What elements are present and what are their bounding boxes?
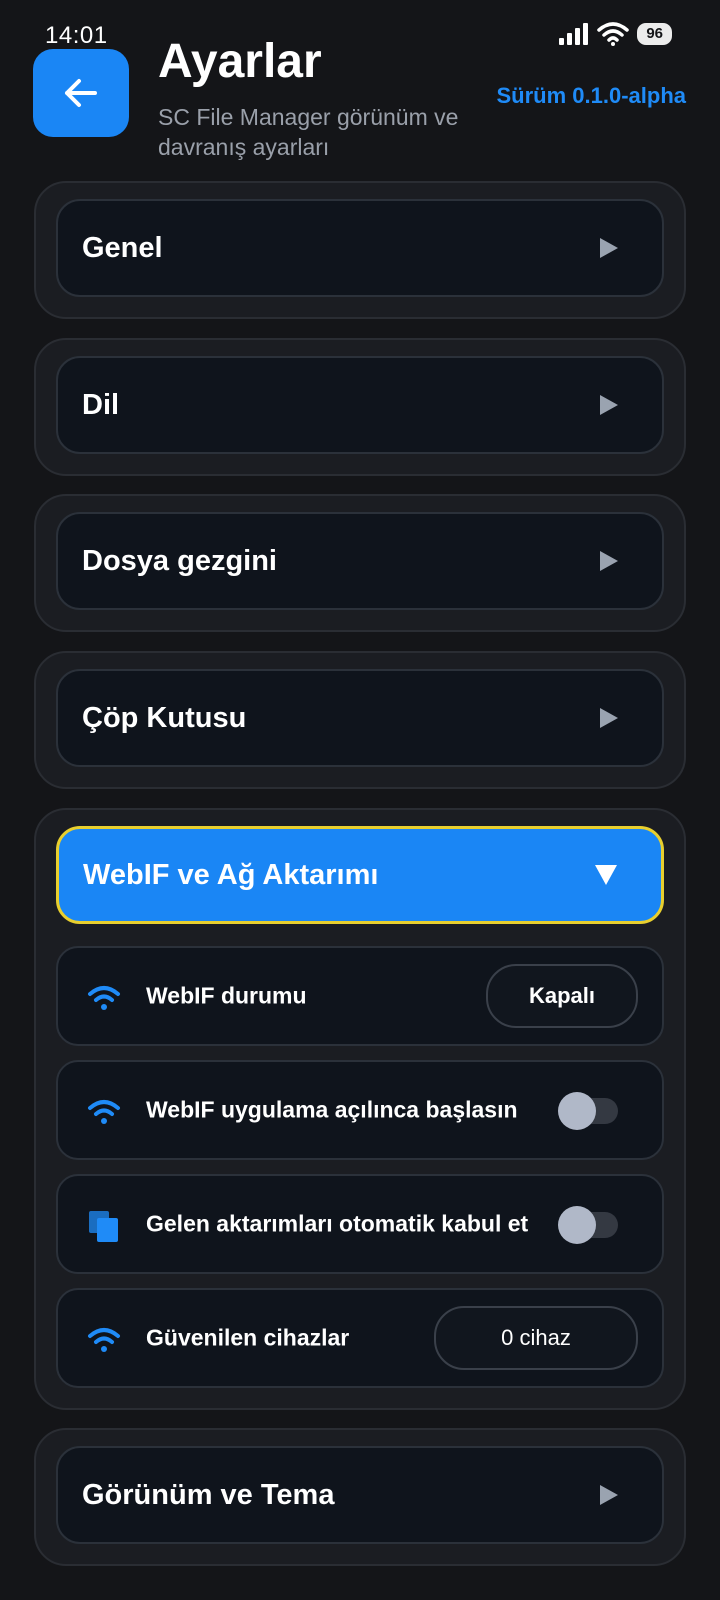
section-general: Genel <box>34 181 686 319</box>
trusted-devices-button[interactable]: 0 cihaz <box>434 1306 638 1370</box>
section-webif-header[interactable]: WebIF ve Ağ Aktarımı <box>56 826 664 924</box>
chevron-right-icon <box>600 708 618 728</box>
section-label: Dosya gezgini <box>82 544 277 577</box>
section-label: WebIF ve Ağ Aktarımı <box>83 858 379 891</box>
webif-autostart-row: WebIF uygulama açılınca başlasın <box>56 1060 664 1160</box>
webif-status-value: Kapalı <box>528 983 596 1008</box>
trusted-devices-label: Güvenilen cihazlar <box>146 1324 350 1351</box>
chevron-right-icon <box>600 395 618 415</box>
wifi-icon <box>88 1328 120 1352</box>
copy-icon <box>89 1211 118 1242</box>
wifi-icon <box>597 22 630 46</box>
section-language-header[interactable]: Dil <box>56 356 664 454</box>
section-file-browser-header[interactable]: Dosya gezgini <box>56 512 664 610</box>
webif-status-button[interactable]: Kapalı <box>486 964 638 1028</box>
arrow-left-icon <box>65 79 97 107</box>
trusted-devices-value: 0 cihaz <box>501 1325 571 1350</box>
wifi-icon <box>88 986 120 1010</box>
section-file-browser: Dosya gezgini <box>34 494 686 632</box>
auto-accept-toggle[interactable] <box>558 1206 618 1244</box>
section-trash: Çöp Kutusu <box>34 651 686 789</box>
status-time: 14:01 <box>45 22 108 49</box>
section-appearance: Görünüm ve Tema <box>34 1428 686 1566</box>
section-label: Görünüm ve Tema <box>82 1478 335 1511</box>
section-label: Genel <box>82 231 163 264</box>
webif-status-label: WebIF durumu <box>146 982 307 1009</box>
section-label: Dil <box>82 388 120 421</box>
section-general-header[interactable]: Genel <box>56 199 664 297</box>
webif-autostart-toggle[interactable] <box>558 1092 618 1130</box>
page-subtitle: SC File Manager görünüm ve davranış ayar… <box>158 104 459 160</box>
webif-autostart-label: WebIF uygulama açılınca başlasın <box>146 1096 518 1123</box>
section-label: Çöp Kutusu <box>82 701 247 734</box>
signal-icon <box>559 23 589 45</box>
toggle-knob <box>558 1206 596 1244</box>
toggle-knob <box>558 1092 596 1130</box>
wifi-icon <box>88 1100 120 1124</box>
trusted-devices-row: Güvenilen cihazlar 0 cihaz <box>56 1288 664 1388</box>
auto-accept-row: Gelen aktarımları otomatik kabul et <box>56 1174 664 1274</box>
section-language: Dil <box>34 338 686 476</box>
webif-status-row: WebIF durumu Kapalı <box>56 946 664 1046</box>
section-appearance-header[interactable]: Görünüm ve Tema <box>56 1446 664 1544</box>
chevron-right-icon <box>600 238 618 258</box>
version-label: Sürüm 0.1.0-alpha <box>496 83 686 108</box>
settings-screen: 14:01 96 Ayarlar SC File Manager görünüm… <box>0 0 720 1600</box>
page-title: Ayarlar <box>158 35 322 88</box>
auto-accept-label: Gelen aktarımları otomatik kabul et <box>146 1210 529 1237</box>
battery-icon: 96 <box>637 23 672 45</box>
status-icons: 96 <box>559 22 672 46</box>
chevron-right-icon <box>600 1485 618 1505</box>
back-button[interactable] <box>33 49 129 137</box>
section-trash-header[interactable]: Çöp Kutusu <box>56 669 664 767</box>
chevron-down-icon <box>595 865 617 885</box>
chevron-right-icon <box>600 551 618 571</box>
section-webif: WebIF ve Ağ Aktarımı WebIF durumu Kapalı… <box>34 808 686 1410</box>
